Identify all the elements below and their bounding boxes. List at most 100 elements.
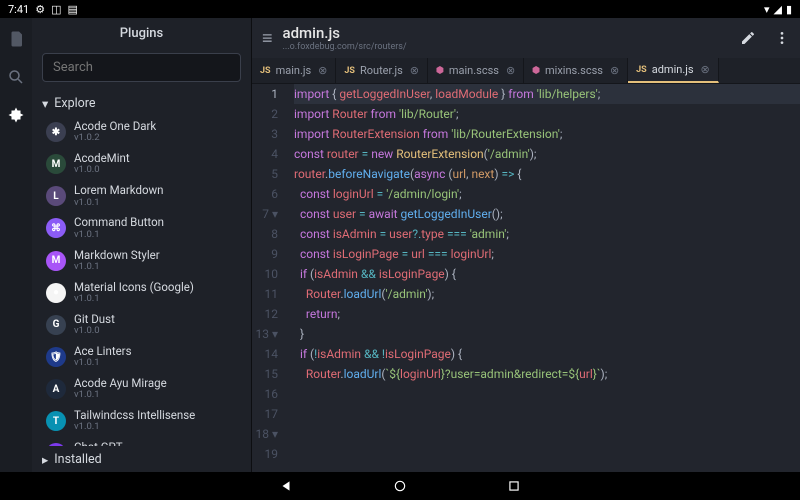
tab-label: admin.js xyxy=(652,63,694,76)
code-line[interactable]: const loginUrl = '/admin/login'; xyxy=(294,184,800,204)
plugin-icon: ⌘ xyxy=(46,218,66,238)
editor-tab[interactable]: JS main.js ⊗ xyxy=(252,58,336,83)
plugin-icon: ● xyxy=(46,283,66,303)
scss-icon: ⬢ xyxy=(532,66,540,76)
plugin-version: v1.0.1 xyxy=(74,198,164,209)
extensions-icon[interactable] xyxy=(7,106,25,124)
wifi-icon: ▾ xyxy=(764,3,770,16)
nav-home-icon[interactable] xyxy=(393,479,407,493)
plugin-list: ✱Acode One Darkv1.0.2MAcodeMintv1.0.0 L Lo… xyxy=(32,116,251,446)
code-line[interactable]: if (!isAdmin && !isLoginPage) { xyxy=(294,344,800,364)
editor-pane: ≡ admin.js ...o.foxdebug.com/src/routers… xyxy=(252,18,800,472)
close-icon[interactable]: ⊗ xyxy=(318,64,327,77)
close-icon[interactable]: ⊗ xyxy=(506,64,515,77)
file-name: admin.js xyxy=(283,24,730,42)
code-line[interactable]: router.beforeNavigate(async (url, next) … xyxy=(294,164,800,184)
tab-label: main.js xyxy=(276,64,312,77)
section-installed[interactable]: ▸ Installed xyxy=(32,446,251,472)
code-line[interactable]: return; xyxy=(294,304,800,324)
scss-icon: ⬢ xyxy=(436,66,444,76)
search-icon[interactable] xyxy=(7,68,25,86)
plugin-version: v1.0.0 xyxy=(74,165,130,176)
code-area[interactable]: 1234567 ▾8910111213 ▾1415161718 ▾19 impo… xyxy=(252,84,800,472)
plugin-version: v1.0.0 xyxy=(74,326,115,337)
nav-recent-icon[interactable] xyxy=(507,479,521,493)
app-notif-icon-2: ▤ xyxy=(68,3,78,16)
code-line[interactable]: Router.loadUrl('/admin'); xyxy=(294,284,800,304)
plugin-item[interactable]: ⌘Command Buttonv1.0.1 xyxy=(32,212,251,244)
plugin-version: v1.0.1 xyxy=(74,230,164,241)
plugin-version: v1.0.1 xyxy=(74,294,194,305)
plugin-icon: T xyxy=(46,411,66,431)
editor-tab[interactable]: ⬢ mixins.scss ⊗ xyxy=(524,58,628,83)
editor-header: ≡ admin.js ...o.foxdebug.com/src/routers… xyxy=(252,18,800,58)
code-line[interactable]: const isAdmin = user?.type === 'admin'; xyxy=(294,224,800,244)
code-line[interactable]: if (isAdmin && isLoginPage) { xyxy=(294,264,800,284)
code-line[interactable]: const router = new RouterExtension('/adm… xyxy=(294,144,800,164)
plugin-icon: G xyxy=(46,315,66,335)
code-line[interactable]: } xyxy=(294,324,800,344)
edit-icon[interactable] xyxy=(740,30,756,46)
plugin-item[interactable]: ● Material Icons (Google)v1.0.1 xyxy=(32,277,251,309)
close-icon[interactable]: ⊗ xyxy=(701,63,710,76)
status-time: 7:41 xyxy=(8,3,29,16)
plugin-version: v1.0.1 xyxy=(74,262,160,273)
plugin-icon: M xyxy=(46,154,66,174)
plugin-icon: 🛡 xyxy=(46,347,66,367)
editor-tab[interactable]: ⬢ main.scss ⊗ xyxy=(428,58,524,83)
plugin-item[interactable]: M Markdown Stylerv1.0.1 xyxy=(32,245,251,277)
tab-label: main.scss xyxy=(449,64,499,77)
plugin-item[interactable]: 🛡Ace Lintersv1.0.1 xyxy=(32,341,251,373)
chevron-right-icon: ▸ xyxy=(42,452,48,468)
android-nav-bar xyxy=(0,472,800,500)
nav-back-icon[interactable] xyxy=(279,479,293,493)
battery-icon: ▮ xyxy=(786,3,792,16)
more-vert-icon[interactable] xyxy=(774,30,790,46)
plugin-item[interactable]: ✱Chat GPTv1.0.9 xyxy=(32,437,251,446)
plugin-item[interactable]: ✱Acode One Darkv1.0.2 xyxy=(32,116,251,148)
js-icon: JS xyxy=(636,65,647,75)
line-gutter: 1234567 ▾8910111213 ▾1415161718 ▾19 xyxy=(252,84,288,472)
tab-label: Router.js xyxy=(360,64,403,77)
activity-bar xyxy=(0,18,32,472)
code-line[interactable]: import { getLoggedInUser, loadModule } f… xyxy=(294,84,800,104)
plugin-version: v1.0.2 xyxy=(74,133,156,144)
plugins-sidebar: Plugins ▾ Explore ✱Acode One Darkv1.0.2M… xyxy=(32,18,252,472)
files-icon[interactable] xyxy=(7,30,25,48)
code-line[interactable]: Router.loadUrl(`${loginUrl}?user=admin&r… xyxy=(294,364,800,384)
close-icon[interactable]: ⊗ xyxy=(610,64,619,77)
file-path: ...o.foxdebug.com/src/routers/ xyxy=(283,42,730,52)
android-status-bar: 7:41 ⚙ ◫ ▤ ▾ ◢ ▮ xyxy=(0,0,800,18)
editor-tab[interactable]: JS Router.js ⊗ xyxy=(336,58,428,83)
plugin-icon: ✱ xyxy=(46,122,66,142)
plugin-icon: A xyxy=(46,379,66,399)
signal-icon: ◢ xyxy=(773,3,781,16)
plugin-search-input[interactable] xyxy=(42,53,241,82)
plugin-icon: M xyxy=(46,251,66,271)
plugin-item[interactable]: GGit Dustv1.0.0 xyxy=(32,309,251,341)
plugin-item[interactable]: AAcode Ayu Miragev1.0.1 xyxy=(32,373,251,405)
js-icon: JS xyxy=(260,66,271,76)
plugin-name: Lorem Markdown xyxy=(74,184,164,197)
plugin-version: v1.0.1 xyxy=(74,358,132,369)
plugin-icon: L xyxy=(46,186,66,206)
code-lines[interactable]: import { getLoggedInUser, loadModule } f… xyxy=(288,84,800,472)
plugin-item[interactable]: MAcodeMintv1.0.0 xyxy=(32,148,251,180)
plugin-item[interactable]: TTailwindcss Intellisensev1.0.1 xyxy=(32,405,251,437)
code-line[interactable]: import Router from 'lib/Router'; xyxy=(294,104,800,124)
code-line[interactable]: const isLoginPage = url === loginUrl; xyxy=(294,244,800,264)
plugin-name: Markdown Styler xyxy=(74,249,160,262)
section-explore[interactable]: ▾ Explore xyxy=(32,90,251,116)
tab-bar: JS main.js ⊗ JS Router.js ⊗ ⬢ main.scss ⊗ ⬢ mixins… xyxy=(252,58,800,84)
close-icon[interactable]: ⊗ xyxy=(410,64,419,77)
js-icon: JS xyxy=(344,66,355,76)
code-line[interactable]: import RouterExtension from 'lib/RouterE… xyxy=(294,124,800,144)
plugin-name: Material Icons (Google) xyxy=(74,281,194,294)
menu-icon[interactable]: ≡ xyxy=(262,28,273,49)
chevron-down-icon: ▾ xyxy=(42,96,48,112)
code-line[interactable]: const user = await getLoggedInUser(); xyxy=(294,204,800,224)
plugin-version: v1.0.1 xyxy=(74,422,195,433)
plugin-item[interactable]: L Lorem Markdownv1.0.1 xyxy=(32,180,251,212)
tab-label: mixins.scss xyxy=(545,64,603,77)
editor-tab[interactable]: JS admin.js ⊗ xyxy=(628,58,719,83)
